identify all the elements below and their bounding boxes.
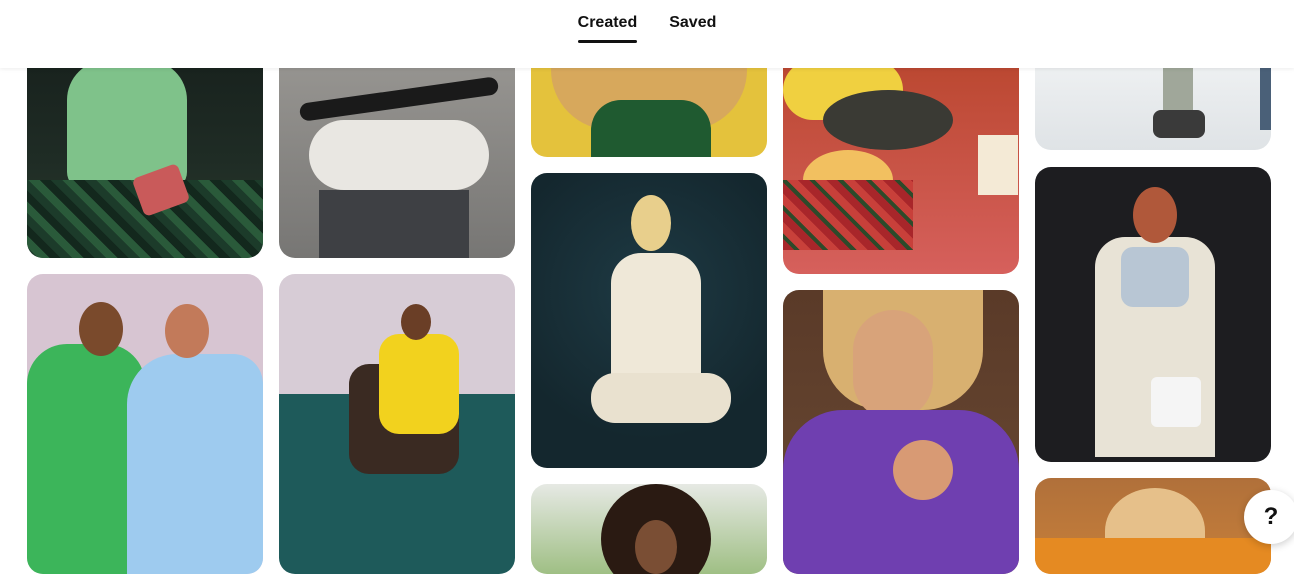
pin-cream-coat-sweater[interactable]	[1035, 167, 1271, 462]
pin-orange-fringe-blonde[interactable]	[1035, 478, 1271, 574]
pin-image-detail	[635, 520, 677, 574]
pin-image-detail	[631, 195, 671, 251]
pin-image-detail	[1133, 187, 1177, 243]
pin-image-detail	[309, 120, 489, 190]
pin-grid	[0, 0, 1294, 574]
pin-image-detail	[79, 302, 123, 356]
pin-bike-fur-seat[interactable]	[279, 40, 515, 258]
tab-saved[interactable]: Saved	[669, 0, 716, 68]
pin-image-detail	[893, 440, 953, 500]
help-button[interactable]: ?	[1244, 490, 1294, 544]
pin-image-detail	[853, 310, 933, 420]
pin-green-blue-puffers[interactable]	[27, 274, 263, 574]
pin-image-detail	[127, 354, 263, 574]
pin-green-suit-plaid[interactable]	[27, 40, 263, 258]
pin-image-detail	[319, 190, 469, 258]
pin-plaid-tablecloth-soup[interactable]	[783, 40, 1019, 274]
tab-created[interactable]: Created	[577, 0, 637, 68]
pin-purple-velvet-blazer[interactable]	[783, 290, 1019, 574]
pin-image-detail	[823, 90, 953, 150]
pin-image-detail	[591, 100, 711, 157]
pin-curly-hair-park[interactable]	[531, 484, 767, 574]
profile-tab-bar: Created Saved	[0, 0, 1294, 68]
pin-image-detail	[1151, 377, 1201, 427]
pin-image-detail	[1153, 110, 1205, 138]
pin-image-detail	[591, 373, 731, 423]
pin-image-detail	[379, 334, 459, 434]
pin-image-detail	[1121, 247, 1189, 307]
pin-image-detail	[783, 180, 913, 250]
pin-image-detail	[401, 304, 431, 340]
pin-image-detail	[783, 410, 1019, 574]
pin-white-flared-jumpsuit[interactable]	[531, 173, 767, 468]
question-mark-icon: ?	[1263, 503, 1279, 530]
pin-image-detail	[1035, 538, 1271, 574]
pin-image-detail	[165, 304, 209, 358]
pin-image-detail	[978, 135, 1018, 195]
pin-yellow-dress-chair[interactable]	[279, 274, 515, 574]
profile-tabs: Created Saved	[0, 0, 1294, 68]
